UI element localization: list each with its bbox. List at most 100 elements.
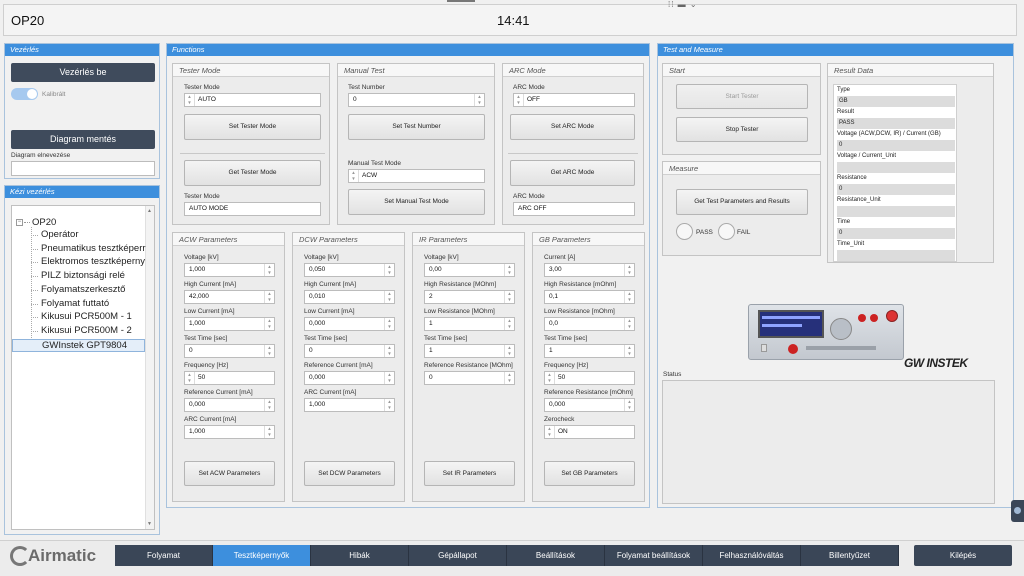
stepper-arrows-icon[interactable]: ▲ ▼ [384, 291, 394, 303]
stepper-arrows-icon[interactable]: ▲ ▼ [624, 318, 634, 330]
collapse-icon[interactable]: − [16, 219, 23, 226]
tree-item[interactable]: GWInstek GPT9804 [12, 338, 145, 352]
acw-param-stepper[interactable]: ▲ ▼ 50 [184, 371, 275, 385]
stepper-arrows-icon[interactable]: ▲ ▼ [514, 94, 524, 106]
set-dcw-parameters-button[interactable]: Set DCW Parameters [304, 461, 395, 486]
acw-param-stepper[interactable]: ▲ ▼ 42,000 [184, 290, 275, 304]
dcw-param-stepper[interactable]: ▲ ▼ 0,050 [304, 263, 395, 277]
side-handle[interactable] [1011, 500, 1024, 522]
gb-param-stepper[interactable]: ▲ ▼ 50 [544, 371, 635, 385]
set-arc-mode-button[interactable]: Set ARC Mode [510, 114, 635, 140]
acw-param-stepper[interactable]: ▲ ▼ 1,000 [184, 425, 275, 439]
nav-g-p-llapot-button[interactable]: Gépállapot [409, 545, 507, 566]
calibrated-toggle[interactable] [11, 88, 38, 100]
test-number-stepper[interactable]: 0 ▲ ▼ [348, 93, 485, 107]
ir-param-stepper[interactable]: ▲ ▼ 0 [424, 371, 515, 385]
tree-item[interactable]: Kikusui PCR500M - 1 [41, 311, 132, 322]
manual-test-mode-stepper[interactable]: ▲ ▼ ACW [348, 169, 485, 183]
stepper-arrows-icon[interactable]: ▲ ▼ [384, 318, 394, 330]
stepper-arrows-icon[interactable]: ▲ ▼ [624, 264, 634, 276]
nav-felhaszn-l-v-lt-s-button[interactable]: Felhasználóváltás [703, 545, 801, 566]
get-test-results-button[interactable]: Get Test Parameters and Results [676, 189, 808, 215]
stepper-arrows-icon[interactable]: ▲ ▼ [545, 426, 555, 438]
stepper-arrows-icon[interactable]: ▲ ▼ [264, 399, 274, 411]
scroll-down-icon[interactable]: ▼ [147, 521, 152, 527]
set-manual-test-mode-button[interactable]: Set Manual Test Mode [348, 189, 485, 215]
nav-folyamat-button[interactable]: Folyamat [115, 545, 213, 566]
get-tester-mode-button[interactable]: Get Tester Mode [184, 160, 321, 186]
tree-item[interactable]: Kikusui PCR500M - 2 [41, 325, 132, 336]
acw-param-stepper[interactable]: ▲ ▼ 0,000 [184, 398, 275, 412]
exit-button[interactable]: Kilépés [914, 545, 1012, 566]
tree-item[interactable]: PILZ biztonsági relé [41, 270, 125, 281]
ir-param-stepper[interactable]: ▲ ▼ 1 [424, 344, 515, 358]
stepper-arrows-icon[interactable]: ▲ ▼ [474, 94, 484, 106]
stepper-arrows-icon[interactable]: ▲ ▼ [384, 264, 394, 276]
gb-param-stepper[interactable]: ▲ ▼ 3,00 [544, 263, 635, 277]
stepper-arrows-icon[interactable]: ▲ ▼ [504, 345, 514, 357]
tree-item[interactable]: Elektromos tesztképerny [41, 256, 145, 267]
gb-param-stepper[interactable]: ▲ ▼ 0,0 [544, 317, 635, 331]
stepper-arrows-icon[interactable]: ▲ ▼ [264, 291, 274, 303]
stepper-arrows-icon[interactable]: ▲ ▼ [384, 372, 394, 384]
gb-param-stepper[interactable]: ▲ ▼ 1 [544, 344, 635, 358]
stepper-arrows-icon[interactable]: ▲ ▼ [264, 318, 274, 330]
acw-param-stepper[interactable]: ▲ ▼ 1,000 [184, 317, 275, 331]
get-arc-mode-button[interactable]: Get ARC Mode [510, 160, 635, 186]
dcw-param-stepper[interactable]: ▲ ▼ 0,000 [304, 317, 395, 331]
stepper-arrows-icon[interactable]: ▲ ▼ [504, 291, 514, 303]
stepper-arrows-icon[interactable]: ▲ ▼ [624, 291, 634, 303]
scroll-up-icon[interactable]: ▲ [147, 208, 152, 214]
stop-tester-button[interactable]: Stop Tester [676, 117, 808, 142]
dcw-param-stepper[interactable]: ▲ ▼ 0 [304, 344, 395, 358]
stepper-arrows-icon[interactable]: ▲ ▼ [264, 264, 274, 276]
nav-folyamat-be-ll-t-sok-button[interactable]: Folyamat beállítások [605, 545, 703, 566]
stepper-arrows-icon[interactable]: ▲ ▼ [384, 399, 394, 411]
tree-item[interactable]: Folyamatszerkesztő [41, 284, 125, 295]
stepper-arrows-icon[interactable]: ▲ ▼ [384, 345, 394, 357]
ir-param-stepper[interactable]: ▲ ▼ 1 [424, 317, 515, 331]
diagram-save-button[interactable]: Diagram mentés [11, 130, 155, 149]
stepper-arrows-icon[interactable]: ▲ ▼ [504, 372, 514, 384]
tree-item[interactable]: Operátor [41, 229, 79, 240]
start-tester-button[interactable]: Start Tester [676, 84, 808, 109]
control-on-button[interactable]: Vezérlés be [11, 63, 155, 82]
acw-param-stepper[interactable]: ▲ ▼ 0 [184, 344, 275, 358]
gb-param-stepper[interactable]: ▲ ▼ 0,1 [544, 290, 635, 304]
set-tester-mode-button[interactable]: Set Tester Mode [184, 114, 321, 140]
nav-billenty-zet-button[interactable]: Billentyűzet [801, 545, 899, 566]
gb-param-stepper[interactable]: ▲ ▼ ON [544, 425, 635, 439]
nav-hib-k-button[interactable]: Hibák [311, 545, 409, 566]
stepper-arrows-icon[interactable]: ▲ ▼ [545, 372, 555, 384]
tester-mode-stepper[interactable]: ▲ ▼ AUTO [184, 93, 321, 107]
stepper-arrows-icon[interactable]: ▲ ▼ [264, 345, 274, 357]
ir-param-stepper[interactable]: ▲ ▼ 2 [424, 290, 515, 304]
ir-param-stepper[interactable]: ▲ ▼ 0,00 [424, 263, 515, 277]
tree-item[interactable]: Folyamat futtató [41, 298, 109, 309]
gb-param-stepper[interactable]: ▲ ▼ 0,000 [544, 398, 635, 412]
window-controls[interactable]: ⁞⁞ ▬ ⌄ [668, 0, 698, 9]
stepper-arrows-icon[interactable]: ▲ ▼ [504, 264, 514, 276]
set-gb-parameters-button[interactable]: Set GB Parameters [544, 461, 635, 486]
nav-be-ll-t-sok-button[interactable]: Beállítások [507, 545, 605, 566]
acw-param-stepper[interactable]: ▲ ▼ 1,000 [184, 263, 275, 277]
tree-item[interactable]: Pneumatikus tesztképerr [41, 243, 146, 254]
tree-scrollbar[interactable]: ▲ ▼ [145, 206, 154, 529]
set-test-number-button[interactable]: Set Test Number [348, 114, 485, 140]
dcw-param-stepper[interactable]: ▲ ▼ 1,000 [304, 398, 395, 412]
stepper-arrows-icon[interactable]: ▲ ▼ [624, 345, 634, 357]
tree-root[interactable]: OP20 [32, 217, 56, 228]
dcw-param-stepper[interactable]: ▲ ▼ 0,010 [304, 290, 395, 304]
diagram-name-input[interactable] [11, 161, 155, 176]
stepper-arrows-icon[interactable]: ▲ ▼ [185, 372, 195, 384]
stepper-arrows-icon[interactable]: ▲ ▼ [264, 426, 274, 438]
set-ir-parameters-button[interactable]: Set IR Parameters [424, 461, 515, 486]
nav-tesztk-perny-k-button[interactable]: Tesztképernyők [213, 545, 311, 566]
arc-mode-stepper[interactable]: ▲ ▼ OFF [513, 93, 635, 107]
dcw-param-stepper[interactable]: ▲ ▼ 0,000 [304, 371, 395, 385]
stepper-arrows-icon[interactable]: ▲ ▼ [185, 94, 195, 106]
stepper-arrows-icon[interactable]: ▲ ▼ [624, 399, 634, 411]
stepper-arrows-icon[interactable]: ▲ ▼ [349, 170, 359, 182]
stepper-arrows-icon[interactable]: ▲ ▼ [504, 318, 514, 330]
set-acw-parameters-button[interactable]: Set ACW Parameters [184, 461, 275, 486]
